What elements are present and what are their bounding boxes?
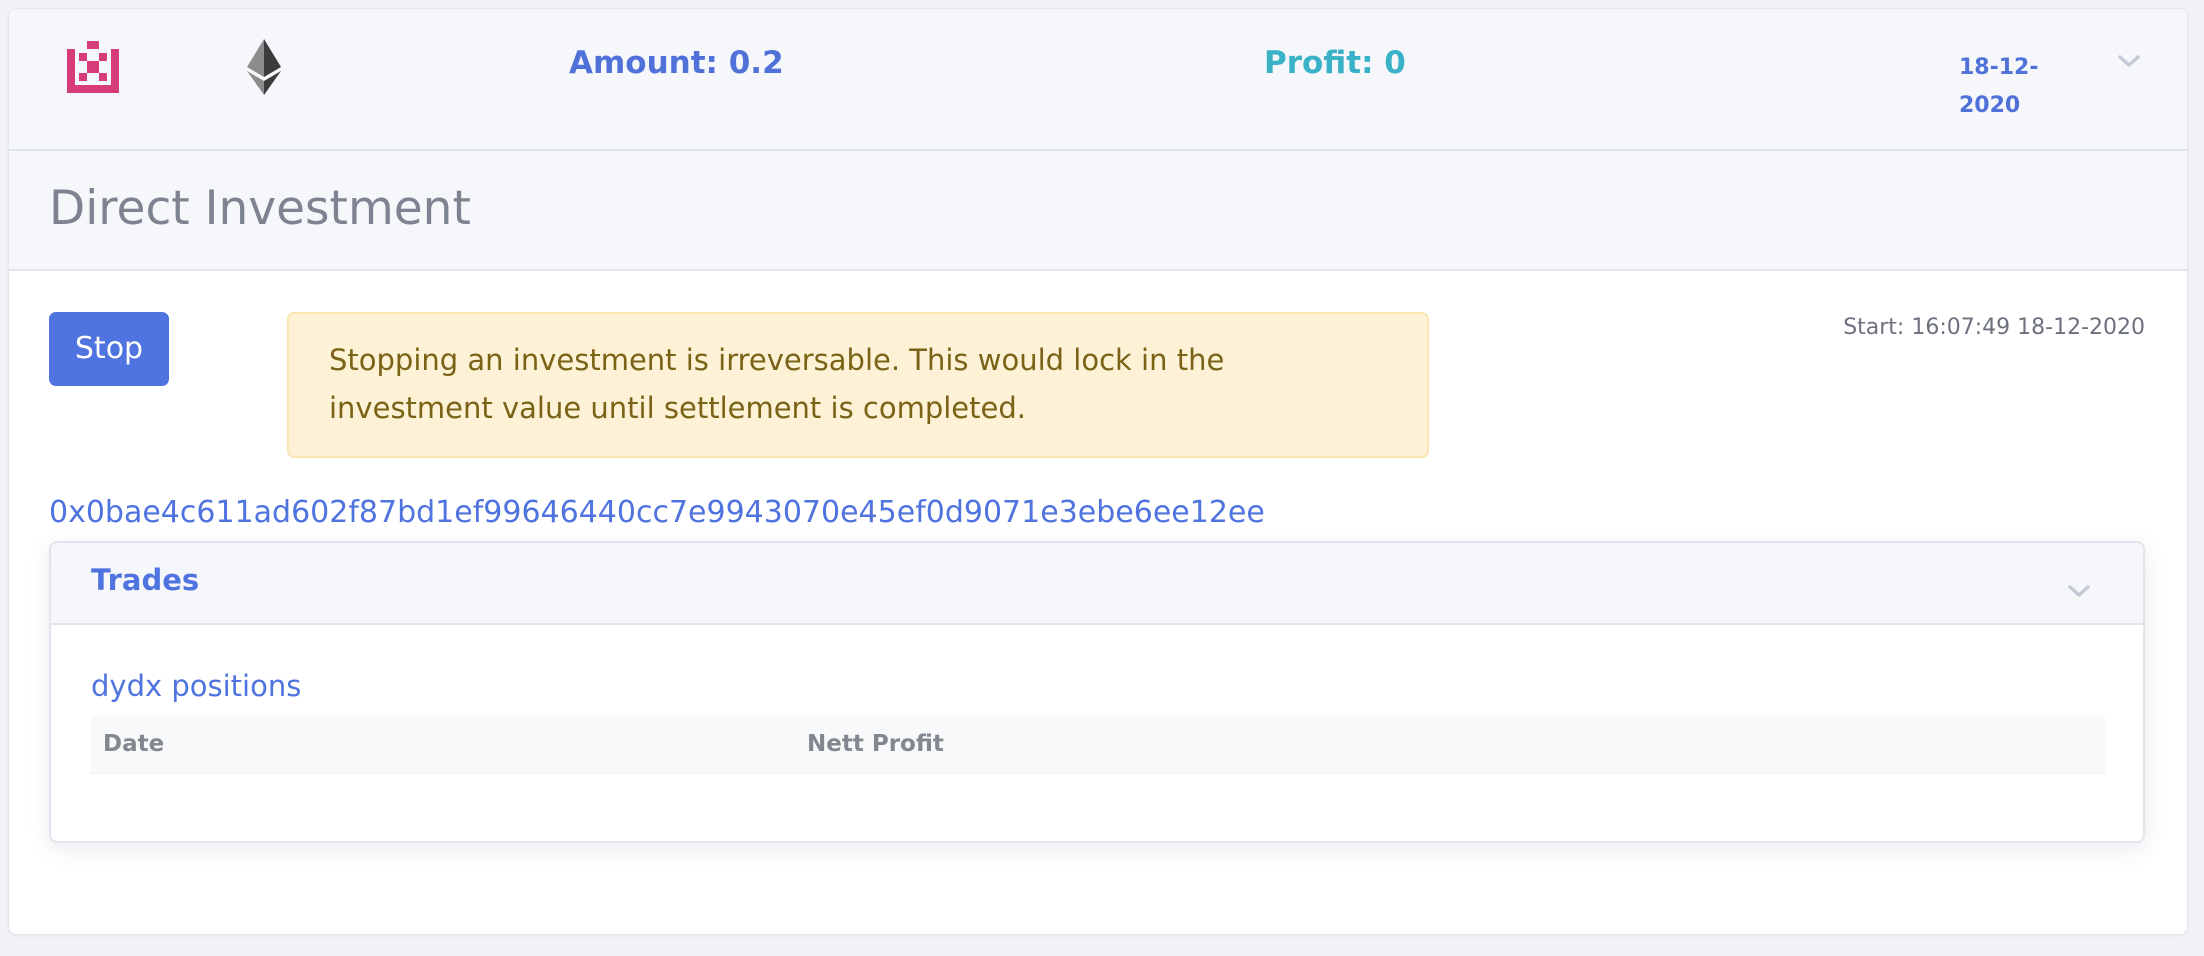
stop-button[interactable]: Stop (49, 312, 169, 386)
positions-table: Date Nett Profit (91, 715, 2105, 774)
dydx-positions-title: dydx positions (91, 669, 302, 703)
column-header-date[interactable]: Date (91, 715, 795, 774)
trades-title: Trades (91, 563, 200, 597)
chevron-down-icon[interactable] (2067, 583, 2091, 599)
page-title: Direct Investment (49, 181, 471, 236)
trades-panel: Trades dydx positions Date Nett Profit (49, 541, 2145, 843)
warning-alert: Stopping an investment is irreversable. … (287, 312, 1429, 458)
pixel-logo-icon (67, 41, 119, 93)
chevron-down-icon[interactable] (2117, 53, 2141, 69)
investment-card: Amount: 0.2 Profit: 0 18-12-2020 Direct … (8, 8, 2188, 935)
amount-value: Amount: 0.2 (569, 45, 784, 81)
transaction-hash-link[interactable]: 0x0bae4c611ad602f87bd1ef99646440cc7e9943… (49, 495, 1265, 530)
column-header-nett-profit[interactable]: Nett Profit (795, 715, 2105, 774)
investment-summary-header[interactable]: Amount: 0.2 Profit: 0 18-12-2020 (9, 9, 2187, 151)
start-timestamp: Start: 16:07:49 18-12-2020 (1843, 315, 2145, 340)
profit-value: Profit: 0 (1264, 45, 1406, 81)
ethereum-icon (247, 39, 281, 95)
table-header-row: Date Nett Profit (91, 715, 2105, 774)
section-header: Direct Investment (9, 151, 2187, 271)
trades-panel-header[interactable]: Trades (51, 543, 2143, 625)
investment-date: 18-12-2020 (1959, 55, 2039, 118)
